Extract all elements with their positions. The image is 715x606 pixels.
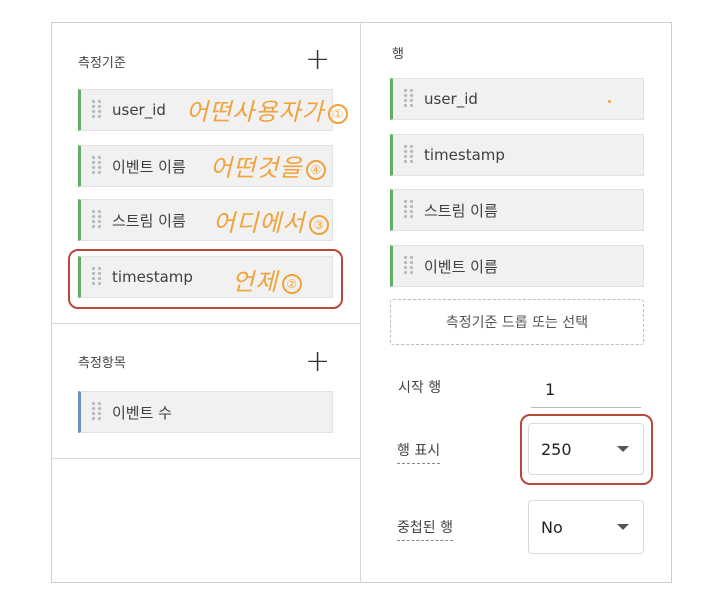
chip-label: 스트림 이름	[424, 201, 498, 220]
annotation-text: 어떤사용자가	[186, 98, 325, 126]
chevron-down-icon	[617, 524, 629, 530]
show-rows-label: 행 표시	[397, 440, 441, 464]
annotation-marker: ②	[282, 273, 303, 294]
annotation-marker: ④	[306, 159, 327, 180]
drag-handle-icon[interactable]	[404, 89, 414, 109]
row-chip-stream-name[interactable]: 스트림 이름	[390, 189, 644, 231]
row-chip-timestamp[interactable]: timestamp	[390, 134, 644, 176]
start-row-label: 시작 행	[398, 380, 442, 396]
nested-rows-select[interactable]: No	[528, 500, 644, 554]
show-rows-highlight-box	[520, 414, 653, 485]
chip-label: user_id	[424, 90, 478, 108]
annotation-text: 어떤것을	[210, 154, 303, 182]
dimension-drop-zone[interactable]: 측정기준 드롭 또는 선택	[390, 299, 644, 345]
row-chip-user-id[interactable]: user_id	[390, 78, 644, 120]
column-divider	[360, 22, 361, 583]
add-metric-icon[interactable]: +	[305, 347, 330, 377]
drag-handle-icon[interactable]	[92, 156, 102, 176]
chip-label: 스트림 이름	[112, 211, 186, 230]
drag-handle-icon[interactable]	[404, 256, 414, 276]
annotation-stream-name: 어디에서 ③	[213, 203, 330, 238]
annotation-dot	[608, 100, 611, 103]
nested-rows-value: No	[541, 517, 563, 537]
add-dimension-icon[interactable]: +	[305, 45, 330, 75]
section-divider	[51, 458, 360, 459]
annotation-marker: ③	[309, 214, 330, 235]
drag-handle-icon[interactable]	[92, 100, 102, 120]
metrics-title: 측정항목	[78, 356, 126, 371]
chip-label: timestamp	[424, 146, 505, 164]
annotation-event-name: 어떤것을 ④	[210, 148, 327, 183]
start-row-input[interactable]: 1	[531, 372, 641, 408]
chip-label: 이벤트 수	[112, 403, 172, 422]
annotation-text: 어디에서	[213, 209, 306, 237]
row-chip-event-name[interactable]: 이벤트 이름	[390, 245, 644, 287]
nested-rows-label: 중첩된 행	[397, 517, 453, 541]
annotation-user-id: 어떤사용자가 ①	[186, 92, 349, 127]
annotation-text: 언제	[232, 268, 279, 296]
chip-label: user_id	[112, 101, 166, 119]
metric-chip-event-count[interactable]: 이벤트 수	[78, 391, 333, 433]
dimensions-title: 측정기준	[78, 56, 126, 71]
drag-handle-icon[interactable]	[404, 145, 414, 165]
annotation-timestamp: 언제 ②	[232, 262, 303, 297]
drag-handle-icon[interactable]	[92, 210, 102, 230]
chip-label: 이벤트 이름	[112, 157, 186, 176]
chip-label: 이벤트 이름	[424, 257, 498, 276]
rows-title: 행	[392, 47, 404, 62]
section-divider	[51, 323, 360, 324]
drag-handle-icon[interactable]	[92, 402, 102, 422]
annotation-marker: ①	[328, 103, 349, 124]
drag-handle-icon[interactable]	[404, 200, 414, 220]
